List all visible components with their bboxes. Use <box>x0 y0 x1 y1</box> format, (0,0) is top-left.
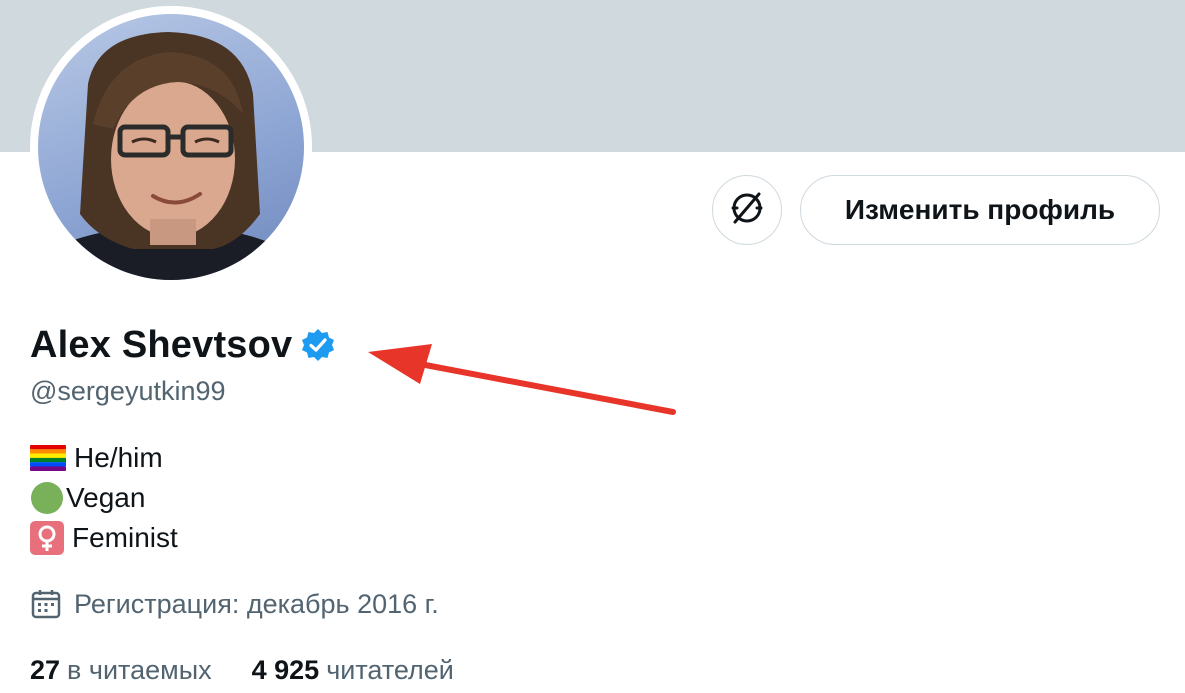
bio-line: He/him <box>30 438 178 478</box>
profile-bio: He/him Vegan Feminist <box>30 438 178 558</box>
followers-label: читателей <box>326 654 454 685</box>
female-sign-icon <box>30 521 64 555</box>
display-name: Alex Shevtsov <box>30 323 293 366</box>
bio-text: Feminist <box>72 522 178 553</box>
join-date-text: Регистрация: декабрь 2016 г. <box>74 588 439 619</box>
bio-text: Vegan <box>66 482 146 513</box>
verified-badge-icon[interactable] <box>300 327 336 363</box>
followers-count: 4 925 <box>251 654 320 685</box>
avatar[interactable] <box>30 6 312 288</box>
no-sync-icon <box>729 190 765 231</box>
bio-text: He/him <box>74 442 163 473</box>
bio-line: Feminist <box>30 518 178 558</box>
join-date: Регистрация: декабрь 2016 г. <box>30 584 439 624</box>
no-sync-button[interactable] <box>712 175 782 245</box>
green-circle-icon <box>30 481 64 515</box>
profile-name-row: Alex Shevtsov <box>30 320 336 370</box>
following-count: 27 <box>30 654 61 685</box>
rainbow-flag-icon <box>30 445 66 471</box>
calendar-icon <box>30 588 62 620</box>
follow-stats: 27 в читаемых 4 925 читателей <box>30 650 454 690</box>
avatar-photo <box>38 14 304 280</box>
following-label: в читаемых <box>67 654 212 685</box>
following-link[interactable]: 27 в читаемых <box>30 655 212 686</box>
user-handle: @sergeyutkin99 <box>30 376 226 406</box>
edit-profile-button[interactable]: Изменить профиль <box>800 175 1160 245</box>
bio-line: Vegan <box>30 478 178 518</box>
followers-link[interactable]: 4 925 читателей <box>252 655 454 686</box>
